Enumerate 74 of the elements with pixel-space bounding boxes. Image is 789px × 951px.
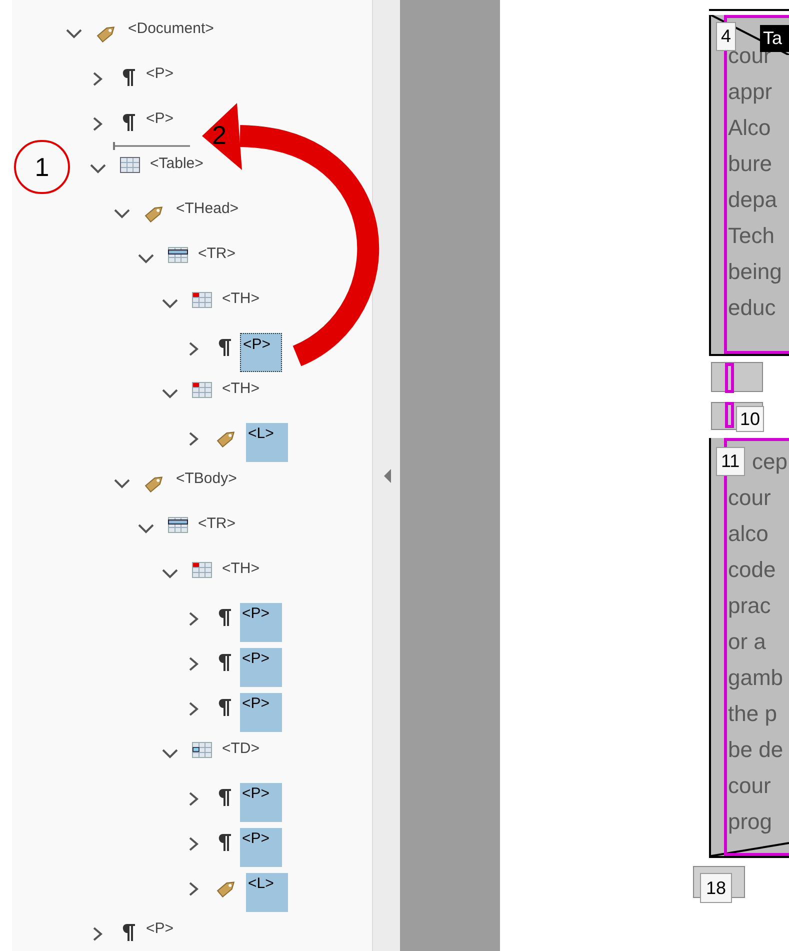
tree-item-label[interactable]: <L> (246, 423, 288, 462)
tree-item-label[interactable]: <P> (240, 333, 282, 372)
document-text-line: prog (728, 808, 772, 836)
paragraph-icon (120, 922, 136, 942)
tag-number: 4 (716, 22, 736, 51)
table-header-cell-icon (192, 292, 212, 308)
tree-item-label[interactable]: <THead> (176, 198, 239, 220)
tree-item-label[interactable]: <P> (240, 828, 282, 867)
document-text-line: appr (728, 78, 772, 106)
tree-item-label[interactable]: <P> (146, 63, 174, 86)
document-text-line: prac (728, 592, 771, 620)
document-text-line: alco (728, 520, 768, 548)
table-icon (120, 157, 140, 173)
tree-item-label[interactable]: <TR> (198, 513, 236, 536)
tree-item-label[interactable]: <L> (246, 873, 288, 912)
collapse-chevron-icon[interactable] (136, 252, 156, 266)
document-text-line: educ (728, 294, 776, 322)
tree-item-label[interactable]: <P> (146, 108, 174, 130)
document-text-line: or a (728, 628, 766, 656)
tree-item-label[interactable]: <P> (240, 648, 282, 687)
paragraph-icon (120, 67, 136, 87)
tree-item-label[interactable]: <TH> (222, 288, 260, 310)
paragraph-icon (216, 832, 232, 852)
collapse-chevron-icon[interactable] (160, 297, 180, 311)
tree-item-label[interactable]: <P> (240, 603, 282, 642)
collapse-chevron-icon[interactable] (112, 477, 132, 491)
collapse-chevron-icon[interactable] (160, 567, 180, 581)
tree-item-label[interactable]: <TD> (222, 738, 260, 760)
document-text-line: Alco (728, 114, 771, 142)
paragraph-icon (216, 607, 232, 627)
collapse-chevron-icon[interactable] (88, 162, 108, 176)
tag-number: 10 (736, 406, 764, 432)
table-row-icon (168, 247, 188, 263)
step-marker: 1 (14, 140, 70, 194)
collapse-handle[interactable] (383, 468, 393, 484)
tree-item-label[interactable]: <P> (240, 693, 282, 732)
document-text-line: the p (728, 700, 777, 728)
document-text-line: gamb (728, 664, 784, 692)
table-row-icon (168, 517, 188, 533)
tree-item-label[interactable]: <TH> (222, 558, 260, 580)
document-text-line: depa (728, 186, 777, 214)
tag-outline (725, 363, 734, 393)
tree-item-label[interactable]: <Document> (128, 18, 214, 40)
tree-item-label[interactable]: <TR> (198, 243, 236, 266)
tag-number: 11 (716, 447, 745, 476)
paragraph-icon (216, 697, 232, 717)
collapse-chevron-icon[interactable] (160, 387, 180, 401)
collapse-chevron-icon[interactable] (160, 747, 180, 761)
paragraph-icon (216, 787, 232, 807)
document-text-line: Tech (728, 222, 774, 250)
step-number: 2 (212, 122, 226, 148)
collapse-chevron-icon[interactable] (136, 522, 156, 536)
document-text-line: being (728, 258, 782, 286)
tree-item-label[interactable]: <Table> (150, 153, 204, 176)
paragraph-icon (216, 337, 232, 357)
tag-number: 18 (700, 873, 732, 903)
tree-item-label[interactable]: <P> (240, 783, 282, 822)
paragraph-icon (216, 652, 232, 672)
table-data-cell-icon (192, 742, 212, 758)
tree-item-label[interactable]: <TH> (222, 378, 260, 400)
document-text-line: cep (752, 448, 788, 476)
tooltip: Ta (760, 25, 789, 52)
document-text-line: bure (728, 150, 772, 178)
document-text-line: cour (728, 484, 771, 512)
table-header-cell-icon (192, 382, 212, 398)
table-header-cell-icon (192, 562, 212, 578)
tree-item-label[interactable]: <TBody> (176, 468, 237, 490)
collapse-chevron-icon[interactable] (64, 27, 84, 41)
tree-item-label[interactable]: <P> (146, 918, 174, 940)
document-text-line: be de (728, 736, 784, 764)
document-text-line: code (728, 556, 776, 584)
document-text-line: cour (728, 772, 771, 800)
paragraph-icon (120, 112, 136, 132)
collapse-chevron-icon[interactable] (112, 207, 132, 221)
